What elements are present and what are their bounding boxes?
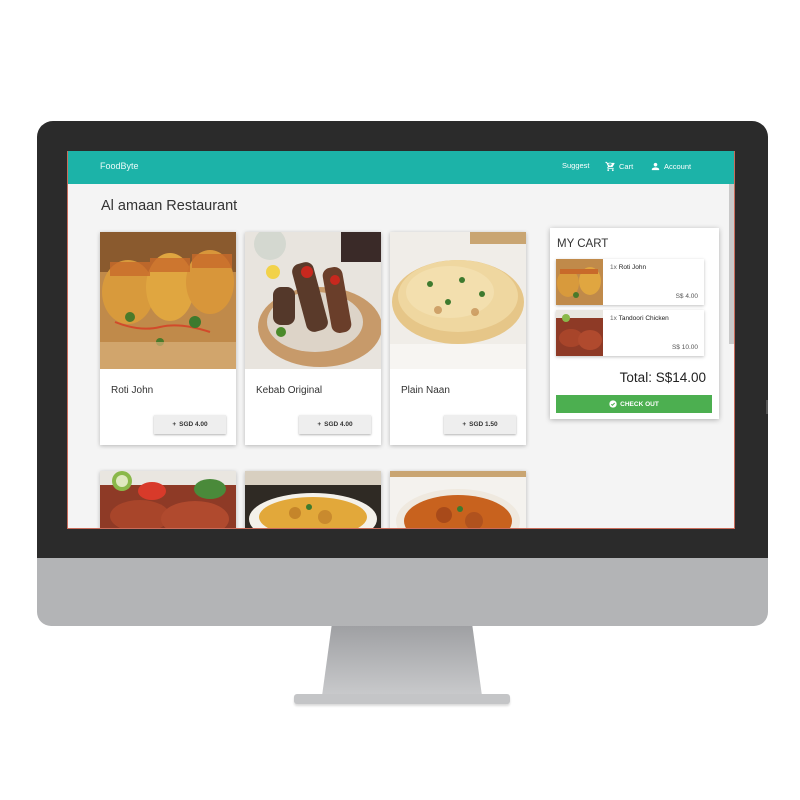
add-button-label: SGD 4.00 <box>179 421 208 428</box>
menu-card-plain-naan: Plain Naan + SGD 1.50 <box>390 232 526 445</box>
tandoori-chicken-thumbnail <box>556 310 603 356</box>
plus-icon: + <box>317 421 322 428</box>
nav-suggest[interactable]: Suggest <box>562 161 590 170</box>
app-screen: FoodByte Suggest Cart Account Al amaan R… <box>67 151 735 529</box>
menu-item-name: Roti John <box>111 385 154 396</box>
add-roti-john-button[interactable]: + SGD 4.00 <box>154 415 226 434</box>
cart-item-tandoori-chicken[interactable]: 1x Tandoori Chicken S$ 10.00 <box>556 310 704 356</box>
nav-cart[interactable]: Cart <box>605 161 633 172</box>
curry-photo <box>245 471 381 528</box>
cart-item-name: Tandoori Chicken <box>618 315 669 322</box>
plus-icon: + <box>172 421 177 428</box>
menu-card-kebab-original: Kebab Original + SGD 4.00 <box>245 232 381 445</box>
monitor-base <box>294 694 510 704</box>
roti-john-photo[interactable] <box>100 232 236 369</box>
tandoori-photo <box>100 471 236 528</box>
cart-item-label: 1x Roti John <box>610 264 646 271</box>
account-icon <box>651 162 660 171</box>
nav-suggest-label: Suggest <box>562 161 590 170</box>
top-navbar: FoodByte Suggest Cart Account <box>68 151 734 184</box>
roti-john-thumbnail <box>556 259 603 305</box>
nav-account-label: Account <box>664 162 692 171</box>
cart-item-roti-john[interactable]: 1x Roti John S$ 4.00 <box>556 259 704 305</box>
add-kebab-original-button[interactable]: + SGD 4.00 <box>299 415 371 434</box>
cart-item-label: 1x Tandoori Chicken <box>610 315 669 322</box>
menu-card-chicken-curry[interactable] <box>390 471 526 528</box>
menu-card-curry[interactable] <box>245 471 381 528</box>
restaurant-title: Al amaan Restaurant <box>101 198 238 214</box>
kebab-original-photo[interactable] <box>245 232 381 369</box>
nav-account[interactable]: Account <box>650 161 691 172</box>
add-button-label: SGD 1.50 <box>469 421 498 428</box>
cart-item-qty: 1x <box>610 315 617 322</box>
cart-item-qty: 1x <box>610 264 617 271</box>
cart-item-price: S$ 10.00 <box>671 344 698 351</box>
menu-item-name: Plain Naan <box>401 385 450 396</box>
cart-title: MY CART <box>557 238 609 250</box>
page-scrollbar[interactable] <box>729 184 734 344</box>
menu-card-tandoori[interactable] <box>100 471 236 528</box>
checkout-button[interactable]: CHECK OUT <box>556 395 712 413</box>
brand-logo[interactable]: FoodByte <box>100 161 139 171</box>
cart-item-name: Roti John <box>618 264 647 271</box>
add-plain-naan-button[interactable]: + SGD 1.50 <box>444 415 516 434</box>
menu-card-roti-john: Roti John + SGD 4.00 <box>100 232 236 445</box>
cart-total: Total: S$14.00 <box>619 370 706 385</box>
cart-icon <box>605 161 615 172</box>
my-cart-panel: MY CART 1x Roti John S$ 4.00 1x Tandoori… <box>550 228 719 419</box>
add-button-label: SGD 4.00 <box>324 421 353 428</box>
checkout-label: CHECK OUT <box>620 400 659 408</box>
monitor-chin <box>37 558 768 626</box>
nav-cart-label: Cart <box>619 162 634 171</box>
desktop-mockup: FoodByte Suggest Cart Account Al amaan R… <box>0 0 800 800</box>
menu-item-name: Kebab Original <box>256 385 323 396</box>
monitor-side-button <box>766 400 768 414</box>
chicken-curry-photo <box>390 471 526 528</box>
cart-item-price: S$ 4.00 <box>675 293 698 300</box>
monitor-stand <box>322 626 482 696</box>
check-circle-icon <box>609 400 617 408</box>
plain-naan-photo[interactable] <box>390 232 526 369</box>
plus-icon: + <box>462 421 467 428</box>
